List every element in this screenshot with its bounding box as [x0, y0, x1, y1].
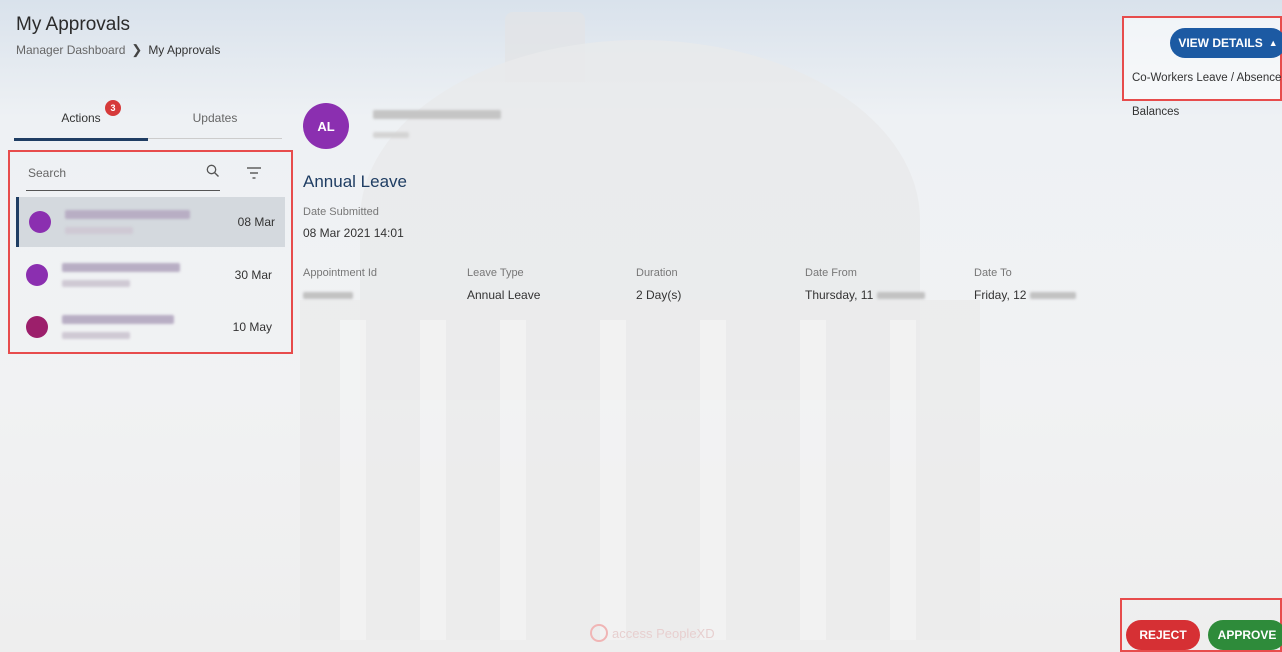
date-from-label: Date From — [805, 267, 857, 279]
search-icon[interactable] — [206, 164, 220, 183]
logo-ring-icon — [590, 624, 608, 642]
page-title: My Approvals — [16, 14, 131, 35]
list-item[interactable]: 08 Mar — [16, 197, 285, 247]
date-from-value: Thursday, 11 — [805, 288, 874, 302]
tab-updates[interactable]: Updates — [148, 98, 282, 139]
list-item-text — [62, 263, 192, 287]
date-to-field: Friday, 12 — [974, 288, 1076, 302]
avatar: AL — [303, 103, 349, 149]
breadcrumb: Manager Dashboard ❯ My Approvals — [16, 42, 220, 58]
employee-id-redacted — [373, 132, 409, 138]
list-item-date: 08 Mar — [237, 215, 275, 229]
breadcrumb-current: My Approvals — [148, 43, 221, 57]
avatar — [29, 211, 51, 233]
tab-updates-label: Updates — [192, 111, 238, 125]
page-header: My Approvals Manager Dashboard ❯ My Appr… — [16, 14, 220, 58]
approval-actions: REJECT APPROVE — [1120, 598, 1282, 652]
list-item-date: 30 Mar — [234, 268, 272, 282]
date-submitted-value: 08 Mar 2021 14:01 — [303, 226, 404, 240]
duration-value: 2 Day(s) — [636, 288, 682, 302]
caret-up-icon: ▲ — [1268, 38, 1278, 48]
avatar — [26, 264, 48, 286]
view-details-label: VIEW DETAILS — [1178, 36, 1263, 50]
menu-item-coworkers-leave[interactable]: Co-Workers Leave / Absence — [1132, 72, 1281, 84]
search-input[interactable] — [26, 160, 180, 186]
approve-button[interactable]: APPROVE — [1208, 620, 1282, 650]
date-from-field: Thursday, 11 — [805, 288, 925, 302]
actions-count-badge: 3 — [105, 100, 121, 116]
breadcrumb-manager-dashboard[interactable]: Manager Dashboard — [16, 43, 125, 57]
chevron-right-icon: ❯ — [131, 42, 143, 57]
tab-actions-label: Actions — [61, 111, 101, 125]
view-details-panel: VIEW DETAILS ▲ Co-Workers Leave / Absenc… — [1122, 16, 1282, 118]
duration-label: Duration — [636, 267, 678, 279]
list-item-text — [65, 210, 195, 234]
reject-button[interactable]: REJECT — [1126, 620, 1200, 650]
leave-type-label: Leave Type — [467, 267, 524, 279]
avatar — [26, 316, 48, 338]
logo-text: access PeopleXD — [612, 625, 715, 641]
filter-icon[interactable] — [246, 166, 262, 184]
employee-name-redacted — [373, 110, 501, 119]
appointment-id-label: Appointment Id — [303, 267, 377, 279]
access-peoplexd-logo: access PeopleXD — [590, 624, 715, 642]
tab-actions[interactable]: Actions — [14, 98, 148, 141]
appointment-id-value — [303, 288, 353, 302]
date-to-label: Date To — [974, 267, 1012, 279]
leave-type-value: Annual Leave — [467, 288, 541, 302]
date-submitted-label: Date Submitted — [303, 206, 379, 218]
menu-item-balances[interactable]: Balances — [1132, 106, 1179, 118]
date-to-value: Friday, 12 — [974, 288, 1027, 302]
search-row — [26, 160, 220, 191]
tab-bar: Actions 3 Updates — [14, 98, 282, 141]
leave-title: Annual Leave — [303, 172, 407, 191]
approvals-list-panel: 08 Mar 30 Mar 10 May — [8, 150, 293, 354]
view-details-button[interactable]: VIEW DETAILS ▲ — [1170, 28, 1282, 58]
list-item[interactable]: 30 Mar — [16, 250, 282, 300]
list-item-text — [62, 315, 192, 339]
list-item[interactable]: 10 May — [16, 302, 282, 352]
list-item-date: 10 May — [232, 320, 272, 334]
